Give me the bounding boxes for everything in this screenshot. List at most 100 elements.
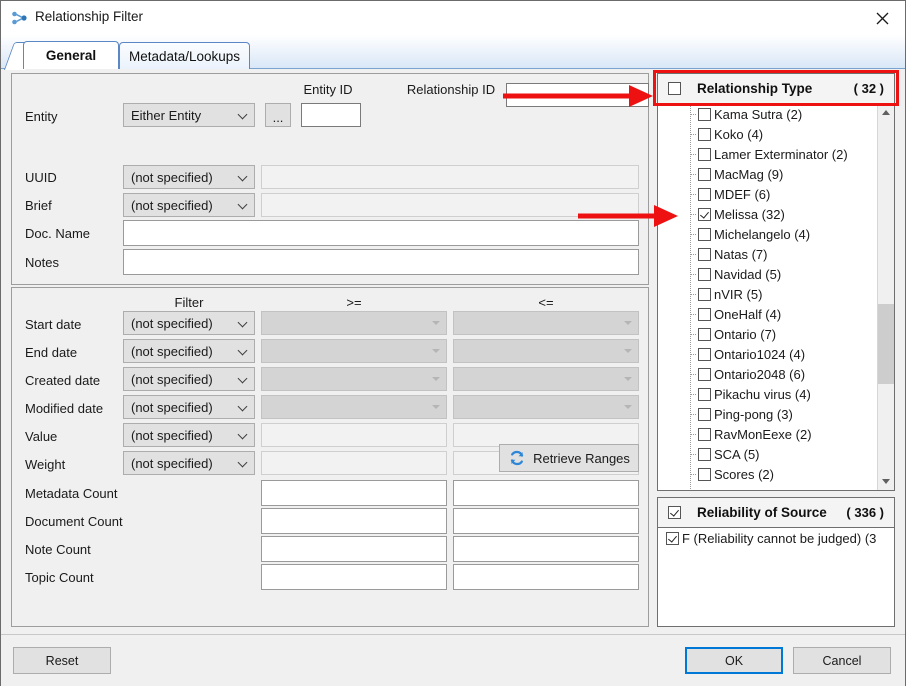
brief-combo[interactable]: (not specified) [123, 193, 255, 217]
reliability-list[interactable]: F (Reliability cannot be judged) (3 [658, 528, 894, 626]
list-item[interactable]: Ontario1024 (4) [658, 344, 894, 364]
list-item-checkbox[interactable] [698, 308, 711, 321]
list-item-checkbox[interactable] [698, 408, 711, 421]
document-count-lte-input[interactable] [453, 508, 639, 534]
weight-combo[interactable]: (not specified) [123, 451, 255, 475]
list-item[interactable]: Scores (2) [658, 464, 894, 484]
entity-combo[interactable]: Either Entity [123, 103, 255, 127]
retrieve-ranges-button[interactable]: Retrieve Ranges [499, 444, 639, 472]
close-icon[interactable] [859, 1, 905, 35]
modified-date-gte-input[interactable] [261, 395, 447, 419]
list-item-checkbox[interactable] [698, 148, 711, 161]
list-item-checkbox[interactable] [698, 388, 711, 401]
list-item-checkbox[interactable] [698, 208, 711, 221]
list-item-checkbox[interactable] [698, 468, 711, 481]
list-item[interactable]: F (Reliability cannot be judged) (3 [658, 528, 894, 548]
list-item[interactable]: Natas (7) [658, 244, 894, 264]
created-date-combo-value: (not specified) [124, 372, 232, 387]
relationship-type-panel: Relationship Type ( 32 ) Kama Sutra (2)K… [657, 73, 895, 491]
list-item[interactable]: MacMag (9) [658, 164, 894, 184]
reliability-header[interactable]: Reliability of Source ( 336 ) [658, 498, 894, 528]
list-item[interactable]: Melissa (32) [658, 204, 894, 224]
note-count-gte-input[interactable] [261, 536, 447, 562]
list-item-checkbox[interactable] [698, 448, 711, 461]
metadata-count-lte-input[interactable] [453, 480, 639, 506]
doc-name-input[interactable] [123, 220, 639, 246]
note-count-lte-input[interactable] [453, 536, 639, 562]
list-item-checkbox[interactable] [698, 348, 711, 361]
list-item-checkbox[interactable] [698, 228, 711, 241]
relationship-type-header-checkbox[interactable] [668, 82, 681, 95]
created-date-combo[interactable]: (not specified) [123, 367, 255, 391]
tab-general[interactable]: General [23, 41, 119, 69]
start-date-gte-input[interactable] [261, 311, 447, 335]
relationship-type-header[interactable]: Relationship Type ( 32 ) [658, 74, 894, 104]
list-item[interactable]: MDEF (6) [658, 184, 894, 204]
list-item[interactable]: Michelangelo (4) [658, 224, 894, 244]
uuid-input[interactable] [261, 165, 639, 189]
list-item-checkbox[interactable] [698, 328, 711, 341]
entity-browse-button[interactable]: ... [265, 103, 291, 127]
ok-button[interactable]: OK [685, 647, 783, 674]
scrollbar-thumb[interactable] [878, 304, 894, 384]
list-item[interactable]: Lamer Exterminator (2) [658, 144, 894, 164]
list-item-checkbox[interactable] [698, 108, 711, 121]
list-item-checkbox[interactable] [698, 188, 711, 201]
chevron-down-icon [232, 319, 254, 327]
created-date-lte-input[interactable] [453, 367, 639, 391]
list-item[interactable]: Ontario2048 (6) [658, 364, 894, 384]
list-item[interactable]: Ping-pong (3) [658, 404, 894, 424]
tab-metadata-lookups[interactable]: Metadata/Lookups [119, 42, 250, 69]
list-item[interactable]: Navidad (5) [658, 264, 894, 284]
list-item[interactable]: OneHalf (4) [658, 304, 894, 324]
modified-date-combo[interactable]: (not specified) [123, 395, 255, 419]
list-item-checkbox[interactable] [698, 268, 711, 281]
list-item[interactable]: nVIR (5) [658, 284, 894, 304]
start-date-combo[interactable]: (not specified) [123, 311, 255, 335]
document-count-gte-input[interactable] [261, 508, 447, 534]
relationship-type-scrollbar[interactable] [877, 104, 894, 490]
value-combo[interactable]: (not specified) [123, 423, 255, 447]
value-gte-input[interactable] [261, 423, 447, 447]
list-item-checkbox[interactable] [698, 248, 711, 261]
created-date-gte-input[interactable] [261, 367, 447, 391]
list-item[interactable]: Ontario (7) [658, 324, 894, 344]
tree-stub [691, 414, 697, 415]
spinner-icon [619, 397, 637, 417]
modified-date-lte-input[interactable] [453, 395, 639, 419]
topic-count-lte-input[interactable] [453, 564, 639, 590]
cancel-button[interactable]: Cancel [793, 647, 891, 674]
chevron-up-icon[interactable] [878, 104, 894, 121]
metadata-count-gte-input[interactable] [261, 480, 447, 506]
chevron-down-icon[interactable] [878, 473, 894, 490]
list-item-checkbox[interactable] [698, 288, 711, 301]
start-date-lte-input[interactable] [453, 311, 639, 335]
list-item[interactable]: SCA (5) [658, 444, 894, 464]
notes-input[interactable] [123, 249, 639, 275]
list-item[interactable]: Kama Sutra (2) [658, 104, 894, 124]
end-date-combo[interactable]: (not specified) [123, 339, 255, 363]
reliability-header-checkbox[interactable] [668, 506, 681, 519]
relationship-type-list[interactable]: Kama Sutra (2)Koko (4)Lamer Exterminator… [658, 104, 894, 490]
topic-count-gte-input[interactable] [261, 564, 447, 590]
entity-id-input[interactable] [301, 103, 361, 127]
reset-button[interactable]: Reset [13, 647, 111, 674]
end-date-lte-input[interactable] [453, 339, 639, 363]
list-item-checkbox[interactable] [698, 128, 711, 141]
chevron-down-icon [232, 375, 254, 383]
list-item-checkbox[interactable] [698, 168, 711, 181]
list-item-checkbox[interactable] [698, 428, 711, 441]
list-item[interactable]: Koko (4) [658, 124, 894, 144]
tree-stub [691, 294, 697, 295]
list-item-checkbox[interactable] [666, 532, 679, 545]
label-metadata-count: Metadata Count [25, 486, 118, 501]
weight-gte-input[interactable] [261, 451, 447, 475]
list-item[interactable]: Pikachu virus (4) [658, 384, 894, 404]
end-date-gte-input[interactable] [261, 339, 447, 363]
relationship-id-input[interactable] [506, 83, 649, 107]
brief-input[interactable] [261, 193, 639, 217]
list-item-checkbox[interactable] [698, 368, 711, 381]
uuid-combo[interactable]: (not specified) [123, 165, 255, 189]
list-item[interactable]: RavMonEexe (2) [658, 424, 894, 444]
tree-stub [691, 394, 697, 395]
